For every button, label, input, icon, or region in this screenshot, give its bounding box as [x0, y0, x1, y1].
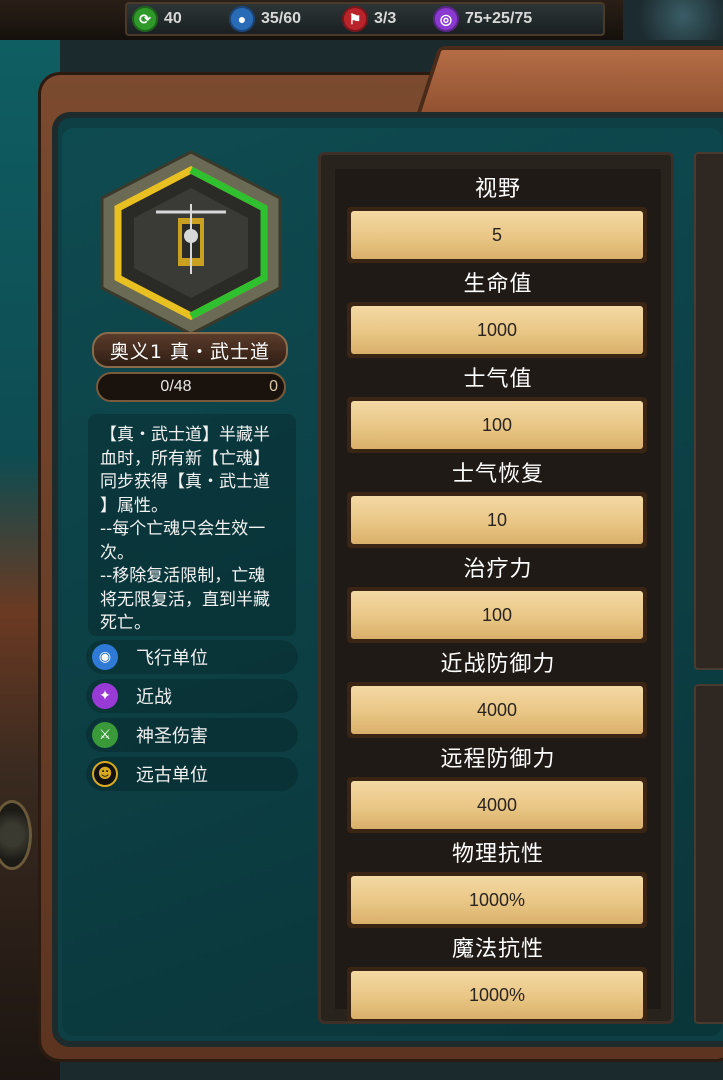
- stat-name: 视野: [474, 177, 521, 202]
- stat-value-box: 100: [347, 397, 647, 453]
- tag-label: 近战: [136, 687, 172, 708]
- resource-energy[interactable]: ⟳ 40: [132, 6, 182, 32]
- stat-melee-defense: 近战防御力 4000: [335, 644, 661, 739]
- stat-vision: 视野 5: [335, 169, 661, 264]
- stat-name: 治疗力: [463, 557, 533, 582]
- stat-value: 4000: [351, 781, 643, 829]
- tag-label: 远古单位: [136, 765, 208, 786]
- energy-icon: ⟳: [132, 6, 158, 32]
- tag-ancient-unit[interactable]: ☻ 远古单位: [86, 757, 298, 791]
- ancient-unit-icon: ☻: [92, 761, 118, 787]
- holy-damage-icon: ⚔: [92, 722, 118, 748]
- tag-melee[interactable]: ✦ 近战: [86, 679, 298, 713]
- hero-portrait-icon: [100, 150, 282, 336]
- stat-name: 物理抗性: [451, 842, 544, 867]
- resource-magic-value: 75+25/75: [465, 10, 533, 27]
- side-panel-upper: [694, 152, 723, 670]
- hero-xp-text: 0/48: [160, 378, 192, 395]
- magic-icon: ◎: [433, 6, 459, 32]
- stat-ranged-defense: 远程防御力 4000: [335, 739, 661, 834]
- flying-unit-icon: ◉: [92, 644, 118, 670]
- resource-command-value: 3/3: [374, 10, 397, 27]
- stat-name: 魔法抗性: [451, 937, 544, 962]
- hero-name-plate: 奥义1 真・武士道: [92, 332, 288, 368]
- stat-morale: 士气值 100: [335, 359, 661, 454]
- stat-name: 近战防御力: [440, 652, 556, 677]
- resource-bar: ⟳ 40 ● 35/60 ⚑ 3/3 ◎ 75+25/75: [0, 0, 723, 40]
- stats-list: 视野 5 生命值 1000 士气值 100 士气恢复 10 治疗力 100 近战…: [335, 169, 661, 1021]
- resource-energy-value: 40: [164, 10, 182, 27]
- unit-tags: ◉ 飞行单位 ✦ 近战 ⚔ 神圣伤害 ☻ 远古单位: [86, 640, 298, 796]
- stat-value-box: 100: [347, 587, 647, 643]
- stat-morale-regen: 士气恢复 10: [335, 454, 661, 549]
- stat-value-box: 10: [347, 492, 647, 548]
- spellbook-icon[interactable]: [623, 0, 723, 40]
- stat-value-box: 1000: [347, 302, 647, 358]
- resource-magic[interactable]: ◎ 75+25/75: [433, 6, 532, 32]
- hero-emblem: [94, 148, 288, 338]
- stat-name: 生命值: [463, 272, 533, 297]
- stat-value-box: 1000%: [347, 967, 647, 1021]
- stat-physical-resist: 物理抗性 1000%: [335, 834, 661, 929]
- stat-healing: 治疗力 100: [335, 549, 661, 644]
- population-icon: ●: [229, 6, 255, 32]
- stat-value-box: 4000: [347, 777, 647, 833]
- tag-flying-unit[interactable]: ◉ 飞行单位: [86, 640, 298, 674]
- command-icon: ⚑: [342, 6, 368, 32]
- stat-value: 4000: [351, 686, 643, 734]
- stat-magic-resist: 魔法抗性 1000%: [335, 929, 661, 1021]
- stat-value-box: 4000: [347, 682, 647, 738]
- hero-level: 0: [269, 378, 278, 395]
- stat-value: 100: [351, 591, 643, 639]
- resource-population-value: 35/60: [261, 10, 302, 27]
- tag-holy-damage[interactable]: ⚔ 神圣伤害: [86, 718, 298, 752]
- hero-xp-bar: 0/48 0: [96, 372, 286, 402]
- stat-value: 100: [351, 401, 643, 449]
- stat-value: 10: [351, 496, 643, 544]
- stat-value-box: 1000%: [347, 872, 647, 928]
- stat-value: 1000%: [351, 971, 643, 1019]
- stat-value: 5: [351, 211, 643, 259]
- stat-value: 1000: [351, 306, 643, 354]
- stat-value-box: 5: [347, 207, 647, 263]
- resource-command[interactable]: ⚑ 3/3: [342, 6, 396, 32]
- stat-value: 1000%: [351, 876, 643, 924]
- stats-panel[interactable]: 视野 5 生命值 1000 士气值 100 士气恢复 10 治疗力 100 近战…: [318, 152, 674, 1024]
- resource-population[interactable]: ● 35/60: [229, 6, 301, 32]
- stat-name: 士气值: [463, 367, 533, 392]
- side-panel-lower: [694, 684, 723, 1024]
- stat-health: 生命值 1000: [335, 264, 661, 359]
- stat-name: 远程防御力: [440, 747, 556, 772]
- tag-label: 飞行单位: [136, 648, 208, 669]
- hero-description: 【真・武士道】半藏半 血时，所有新【亡魂】 同步获得【真・武士道 】属性。 --…: [88, 414, 296, 636]
- stat-name: 士气恢复: [451, 462, 544, 487]
- melee-icon: ✦: [92, 683, 118, 709]
- tag-label: 神圣伤害: [136, 726, 208, 747]
